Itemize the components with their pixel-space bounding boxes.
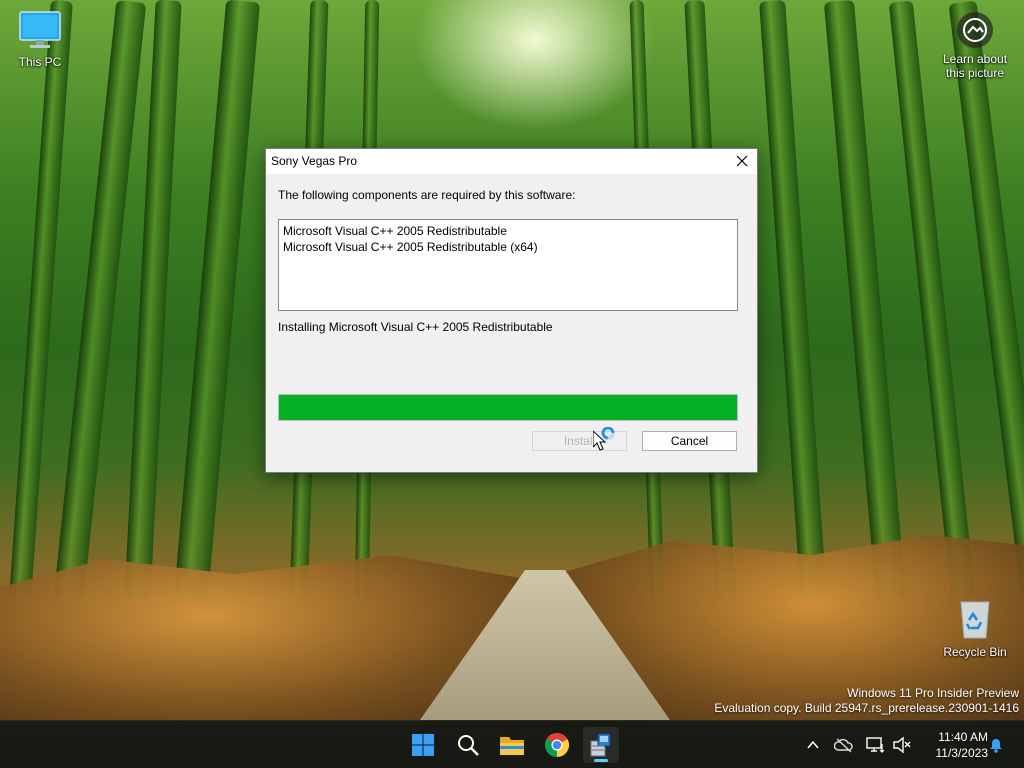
chevron-up-icon bbox=[807, 740, 819, 749]
progress-bar bbox=[278, 394, 738, 421]
list-item[interactable]: Microsoft Visual C++ 2005 Redistributabl… bbox=[283, 239, 733, 255]
start-icon bbox=[412, 734, 434, 756]
start-button[interactable] bbox=[405, 727, 441, 763]
notification-bell-icon bbox=[990, 739, 1002, 753]
learn-label-line1: Learn about bbox=[942, 52, 1008, 66]
chrome-icon bbox=[544, 733, 570, 757]
recycle-bin-desktop-icon[interactable]: Recycle Bin bbox=[935, 598, 1015, 659]
clock-date: 11/3/2023 bbox=[935, 746, 989, 760]
watermark-line2: Evaluation copy. Build 25947.rs_prerelea… bbox=[714, 701, 1019, 715]
active-indicator bbox=[594, 759, 608, 762]
volume-tray-button[interactable] bbox=[892, 735, 912, 755]
close-icon bbox=[736, 155, 748, 167]
installer-app-button[interactable] bbox=[583, 727, 619, 763]
learn-about-picture-icon[interactable]: Learn about this picture bbox=[935, 12, 1015, 80]
recycle-bin-label: Recycle Bin bbox=[943, 645, 1007, 659]
progress-fill bbox=[279, 395, 737, 420]
search-icon bbox=[458, 735, 479, 756]
show-hidden-icons-button[interactable] bbox=[803, 735, 823, 755]
clock-time: 11:40 AM bbox=[938, 730, 988, 744]
dialog-titlebar[interactable]: Sony Vegas Pro bbox=[266, 149, 757, 174]
chrome-button[interactable] bbox=[539, 727, 575, 763]
dialog-title: Sony Vegas Pro bbox=[271, 154, 358, 168]
monitor-icon bbox=[0, 10, 80, 53]
search-button[interactable] bbox=[450, 727, 486, 763]
close-button[interactable] bbox=[733, 152, 751, 170]
desktop: This PC Learn about this picture Recycle… bbox=[0, 0, 1024, 768]
components-listbox[interactable]: Microsoft Visual C++ 2005 Redistributabl… bbox=[278, 219, 738, 311]
onedrive-offline-icon bbox=[834, 738, 853, 753]
this-pc-label: This PC bbox=[18, 55, 62, 69]
watermark-line1: Windows 11 Pro Insider Preview bbox=[847, 686, 1019, 700]
list-item[interactable]: Microsoft Visual C++ 2005 Redistributabl… bbox=[283, 223, 733, 239]
evaluation-watermark: Windows 11 Pro Insider Preview Evaluatio… bbox=[714, 686, 1019, 716]
cancel-button[interactable]: Cancel bbox=[642, 431, 737, 451]
network-icon bbox=[866, 737, 885, 753]
onedrive-tray-button[interactable] bbox=[834, 735, 854, 755]
file-explorer-button[interactable] bbox=[494, 727, 530, 763]
recycle-bin-icon bbox=[935, 598, 1015, 643]
clock[interactable]: 11:40 AM 11/3/2023 bbox=[918, 729, 989, 761]
learn-label-line2: this picture bbox=[945, 66, 1005, 80]
installer-app-icon bbox=[590, 733, 611, 757]
installer-dialog: Sony Vegas Pro The following components … bbox=[265, 148, 758, 473]
dialog-message: The following components are required by… bbox=[278, 188, 576, 202]
taskbar: 11:40 AM 11/3/2023 bbox=[0, 720, 1024, 768]
file-explorer-icon bbox=[500, 737, 524, 755]
camera-icon bbox=[957, 12, 993, 48]
busy-cursor-icon bbox=[592, 426, 621, 455]
volume-muted-icon bbox=[893, 736, 911, 754]
notifications-button[interactable] bbox=[986, 735, 1006, 755]
install-status-text: Installing Microsoft Visual C++ 2005 Red… bbox=[278, 320, 553, 334]
this-pc-desktop-icon[interactable]: This PC bbox=[0, 10, 80, 69]
network-tray-button[interactable] bbox=[866, 735, 886, 755]
